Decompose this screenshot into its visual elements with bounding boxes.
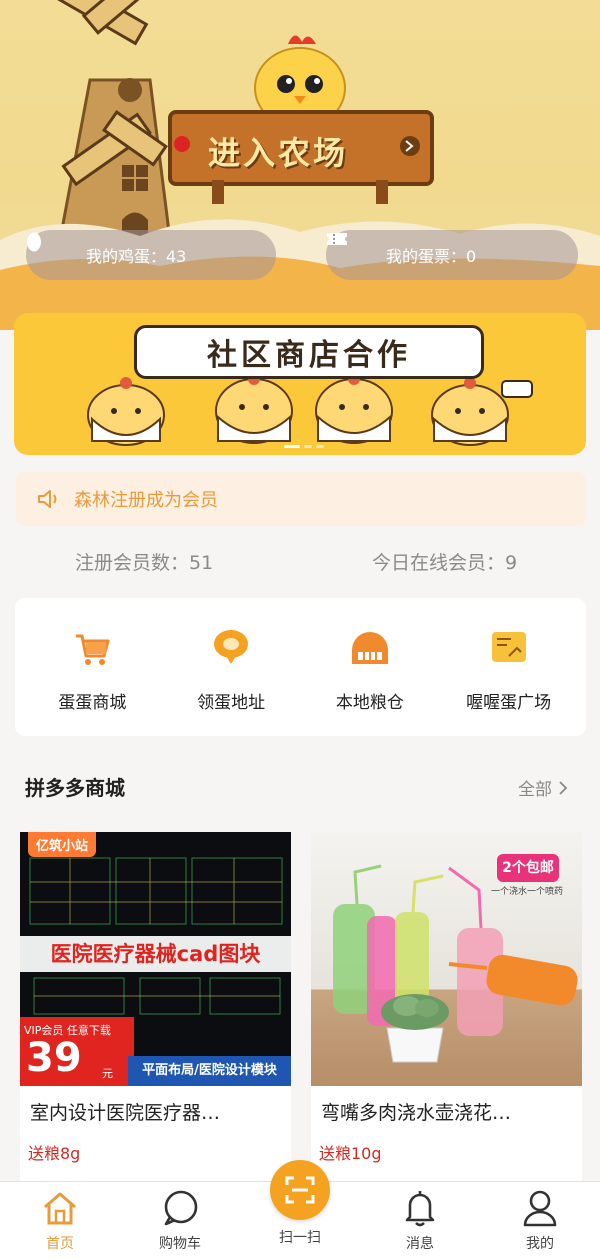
product-card[interactable]: 2个包邮 一个浇水一个喷药 弯嘴多肉浇水壶浇花… 送粮10g xyxy=(311,832,582,1182)
product-title: 室内设计医院医疗器… xyxy=(30,1102,221,1124)
menu-item-egg-square[interactable]: 喔喔蛋广场 xyxy=(444,598,574,736)
product-image[interactable]: 2个包邮 一个浇水一个喷药 xyxy=(311,832,582,1086)
free-shipping-badge: 2个包邮 xyxy=(497,854,559,882)
my-eggs-pill[interactable]: 我的鸡蛋：43 xyxy=(26,230,276,280)
view-all-link[interactable]: 全部 xyxy=(518,775,568,800)
menu-item-egg-address[interactable]: 领蛋地址 xyxy=(166,598,296,736)
bottom-tab-bar: 首页 购物车 扫一扫 消息 我的 xyxy=(0,1160,600,1259)
my-tickets-label: 我的蛋票：0 xyxy=(386,247,477,266)
menu-label: 喔喔蛋广场 xyxy=(466,693,552,713)
tab-label: 扫一扫 xyxy=(279,1230,321,1246)
tab-label: 首页 xyxy=(46,1236,74,1252)
view-all-label: 全部 xyxy=(518,780,552,800)
granary-icon xyxy=(348,626,392,670)
egg-icon xyxy=(27,232,70,266)
image-headline: 医院医疗器械cad图块 xyxy=(20,936,291,972)
tab-label: 购物车 xyxy=(159,1236,201,1252)
square-board-icon xyxy=(487,626,531,670)
notice-bar[interactable]: 森林注册成为会员 xyxy=(16,472,586,526)
cart-icon xyxy=(70,626,114,670)
farm-sign-text[interactable]: 进入农场 xyxy=(208,128,398,172)
chat-bubble-icon xyxy=(160,1188,200,1228)
notice-text: 森林注册成为会员 xyxy=(74,490,218,511)
product-title: 弯嘴多肉浇水壶浇花… xyxy=(321,1102,512,1124)
product-image[interactable]: 亿筑小站 医院医疗器械cad图块 VIP会员 任意下载 39 元 平面布局/医院… xyxy=(20,832,291,1086)
scan-icon[interactable] xyxy=(270,1160,330,1220)
product-reward: 送粮8g xyxy=(28,1144,81,1163)
my-tickets-pill[interactable]: 我的蛋票：0 xyxy=(326,230,578,280)
image-subtitle: 一个浇水一个喷药 xyxy=(491,887,564,897)
member-stats: 注册会员数：51 今日在线会员：9 xyxy=(0,546,600,576)
tab-home[interactable]: 首页 xyxy=(10,1188,110,1253)
online-members: 今日在线会员：9 xyxy=(372,552,518,574)
user-icon xyxy=(520,1188,560,1228)
price-number: 39 xyxy=(26,1035,82,1081)
menu-label: 蛋蛋商城 xyxy=(58,693,127,713)
image-strip: 平面布局/医院设计模块 xyxy=(128,1056,291,1086)
menu-label: 本地粮仓 xyxy=(335,693,404,713)
tab-cart[interactable]: 购物车 xyxy=(130,1188,230,1253)
section-title: 拼多多商城 xyxy=(25,776,125,800)
product-card[interactable]: 亿筑小站 医院医疗器械cad图块 VIP会员 任意下载 39 元 平面布局/医院… xyxy=(20,832,291,1182)
tab-label: 我的 xyxy=(526,1236,554,1252)
location-pin-icon xyxy=(209,626,253,670)
promo-banner[interactable]: 社区商店合作 xyxy=(14,313,586,455)
menu-item-local-granary[interactable]: 本地粮仓 xyxy=(305,598,435,736)
bell-icon xyxy=(400,1188,440,1228)
banner-title: 社区商店合作 xyxy=(134,325,484,379)
banner-pagination xyxy=(284,445,324,448)
tab-messages[interactable]: 消息 xyxy=(370,1188,470,1253)
price-unit: 元 xyxy=(102,1067,113,1080)
home-icon xyxy=(40,1188,80,1228)
farm-hero: 进入农场 我的鸡蛋：43 我的蛋票：0 xyxy=(0,0,600,330)
registered-members: 注册会员数：51 xyxy=(75,552,214,574)
tab-scan[interactable]: 扫一扫 xyxy=(250,1160,350,1247)
menu-label: 领蛋地址 xyxy=(197,693,266,713)
chevron-right-icon xyxy=(559,780,568,795)
quick-menu: 蛋蛋商城 领蛋地址 本地粮仓 喔喔蛋广场 xyxy=(15,598,586,736)
shop-tag: 亿筑小站 xyxy=(28,832,97,857)
my-eggs-label: 我的鸡蛋：43 xyxy=(86,247,187,266)
price-badge: VIP会员 任意下载 39 元 xyxy=(20,1017,134,1086)
menu-item-egg-mall[interactable]: 蛋蛋商城 xyxy=(27,598,157,736)
speaker-icon xyxy=(38,490,57,508)
ticket-icon xyxy=(327,233,370,266)
tab-me[interactable]: 我的 xyxy=(490,1188,590,1253)
tab-label: 消息 xyxy=(406,1236,434,1252)
